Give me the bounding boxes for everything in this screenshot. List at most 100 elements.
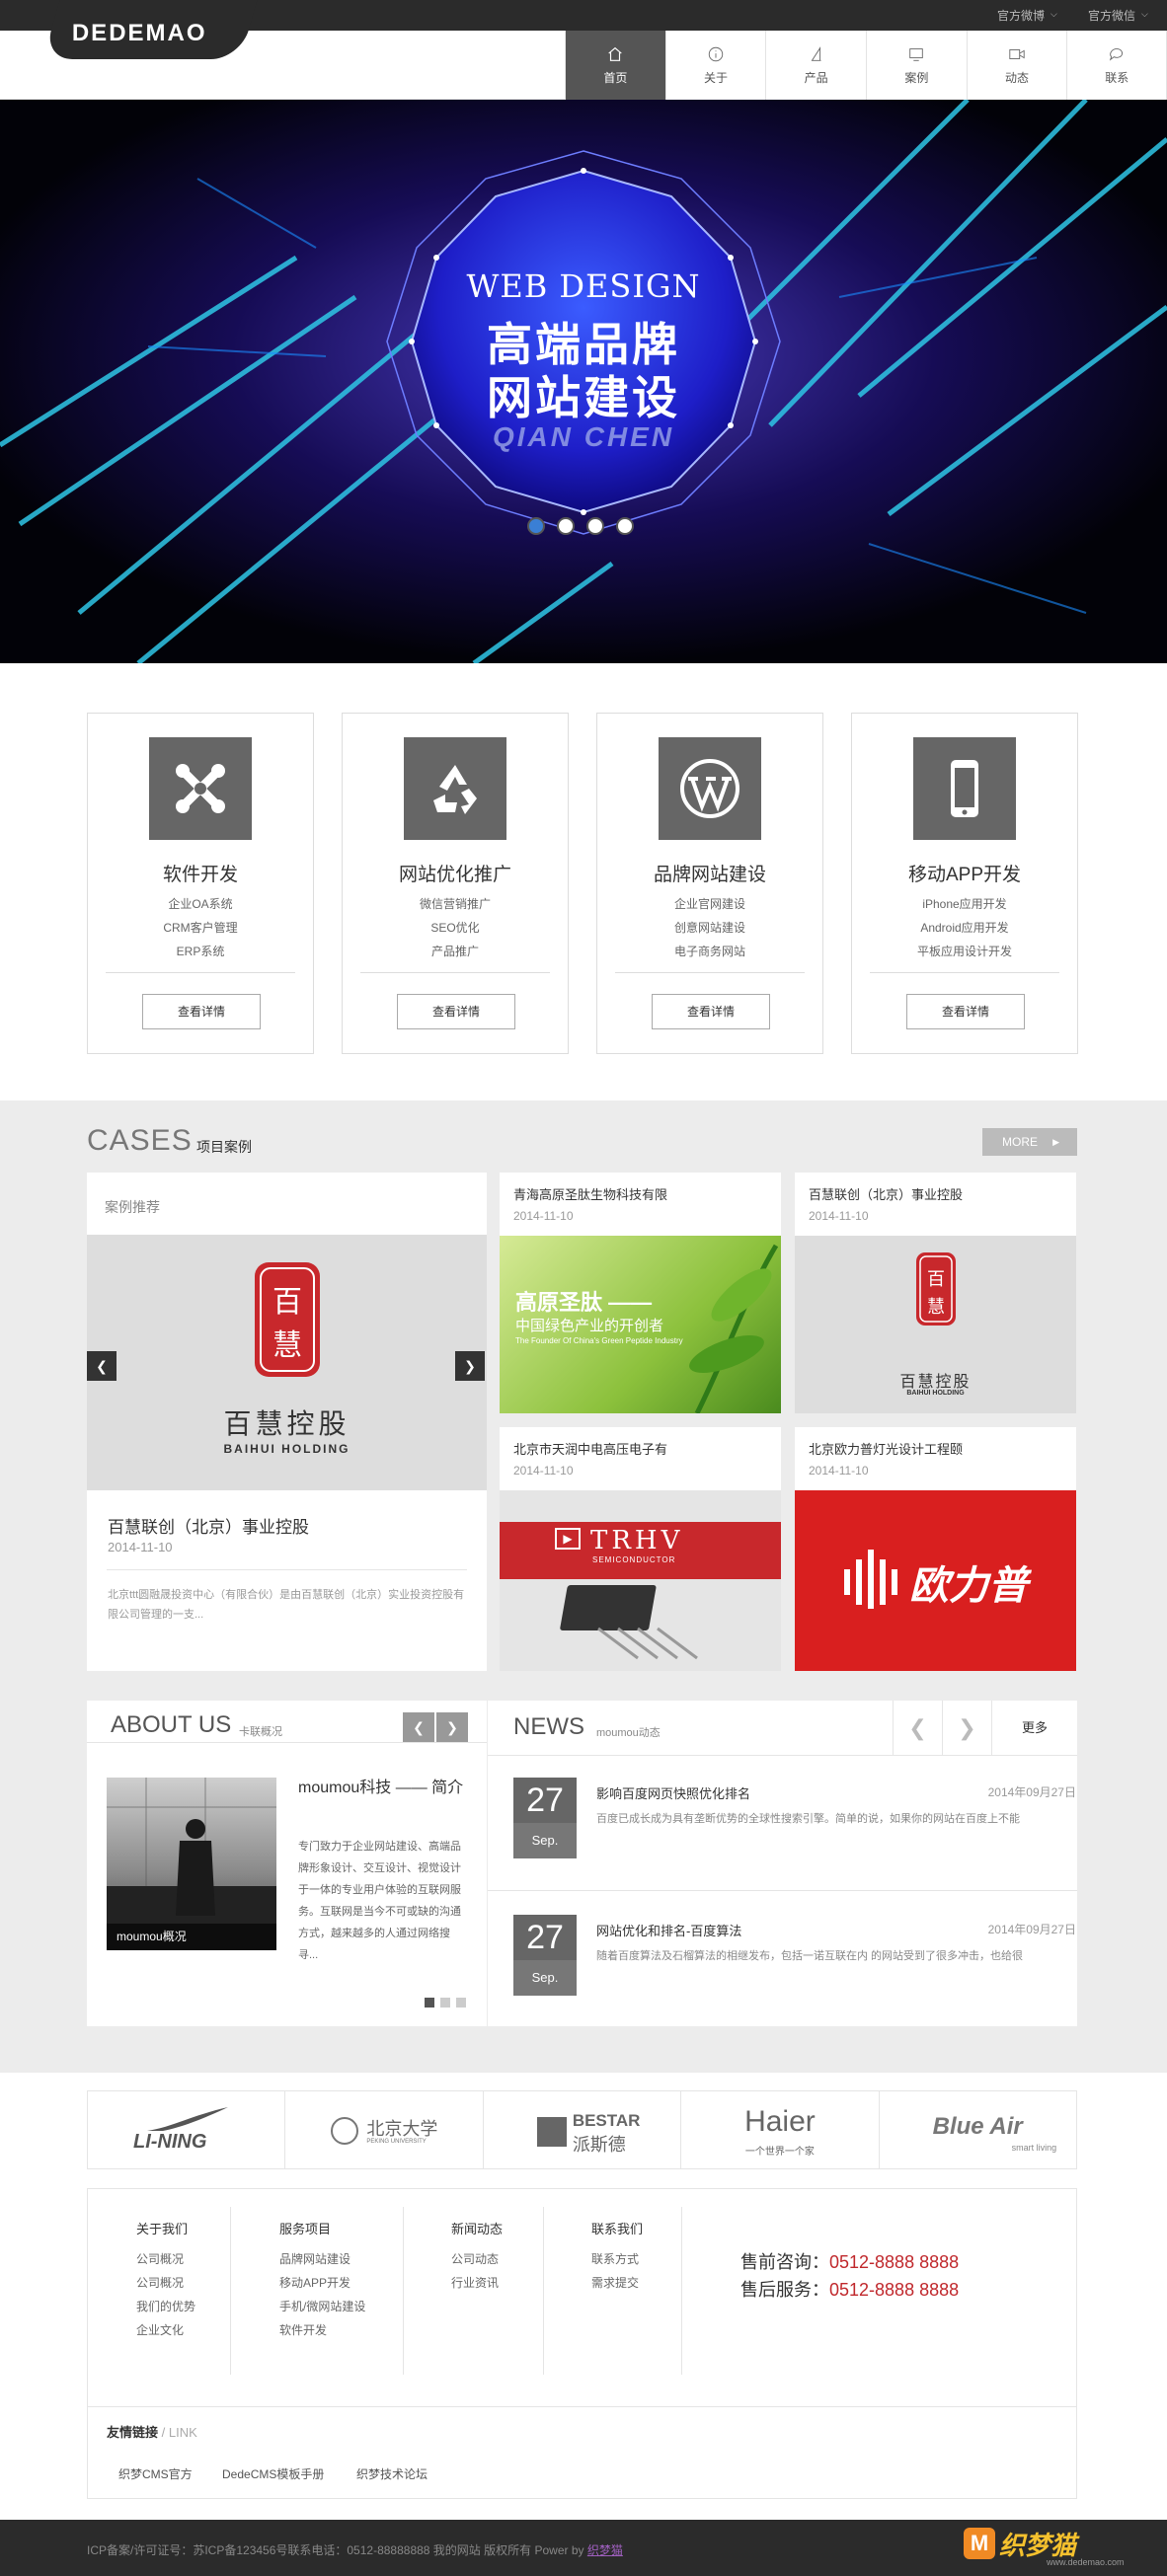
baihui-logo-mark: 百慧 xyxy=(916,1252,956,1326)
news-subtitle: moumou动态 xyxy=(596,1727,661,1739)
nav-item-news[interactable]: 动态 xyxy=(966,31,1067,100)
nav-label: 产品 xyxy=(804,70,828,85)
footer-link[interactable]: 手机/微网站建设 xyxy=(279,2295,365,2318)
case-caption[interactable]: 北京市天润中电高压电子有 2014-11-10 xyxy=(500,1427,781,1490)
nav-item-home[interactable]: 首页 xyxy=(565,31,665,100)
logo[interactable]: DEDEMAO xyxy=(42,0,258,59)
footer-link[interactable]: 企业文化 xyxy=(136,2318,195,2342)
service-item: 平板应用设计开发 xyxy=(916,945,1012,958)
news-next-button[interactable]: ❯ xyxy=(942,1701,991,1755)
footer-link[interactable]: 行业资讯 xyxy=(451,2271,503,2295)
friend-links-panel xyxy=(87,2406,1077,2499)
divider xyxy=(488,1755,1077,1756)
nav-item-cases[interactable]: 案例 xyxy=(866,31,967,100)
about-text: 专门致力于企业网站建设、高端品牌形象设计、交互设计、视觉设计于一体的专业用户体验… xyxy=(298,1841,461,1961)
friend-link[interactable]: DedeCMS模板手册 xyxy=(222,2465,324,2482)
case-caption[interactable]: 青海高原圣肽生物科技有限 2014-11-10 xyxy=(500,1173,781,1236)
flag-icon xyxy=(811,45,821,61)
partner-logo-blueair[interactable]: Blue Air smart living xyxy=(880,2091,1076,2168)
nav-item-products[interactable]: 产品 xyxy=(765,31,867,100)
view-details-button[interactable]: 查看详情 xyxy=(906,994,1025,1029)
prev-arrow-button[interactable]: ❮ xyxy=(87,1351,117,1381)
news-item-title[interactable]: 网站优化和排名-百度算法 xyxy=(596,1921,741,1939)
divider xyxy=(681,2207,682,2375)
case-image[interactable]: ▶ TRHV SEMICONDUCTOR xyxy=(500,1490,781,1671)
partner-logo-bestar[interactable]: BESTAR 派斯德 xyxy=(484,2091,682,2168)
footer-link[interactable]: 需求提交 xyxy=(591,2271,643,2295)
service-title: 网站优化推广 xyxy=(398,865,511,885)
partner-logo-lining[interactable]: LI-NING xyxy=(88,2091,286,2168)
about-image[interactable]: moumou概况 xyxy=(107,1778,276,1950)
nav-label: 动态 xyxy=(1005,70,1030,85)
about-prev-button[interactable]: ❮ xyxy=(403,1712,434,1742)
view-details-button[interactable]: 查看详情 xyxy=(142,994,261,1029)
footer-link[interactable]: 我们的优势 xyxy=(136,2295,195,2318)
nav-item-about[interactable]: 关于 xyxy=(664,31,766,100)
footer-link[interactable]: 联系方式 xyxy=(591,2247,643,2271)
friend-links-sub: / LINK xyxy=(161,2425,197,2440)
nav-item-contact[interactable]: 联系 xyxy=(1066,31,1167,100)
case-caption[interactable]: 百慧联创（北京）事业控股 2014-11-10 xyxy=(795,1173,1076,1236)
footer-col-contact: 联系我们 联系方式 需求提交 xyxy=(591,2219,643,2295)
view-details-button[interactable]: 查看详情 xyxy=(652,994,770,1029)
cases-more-button[interactable]: MORE ▶ xyxy=(982,1128,1077,1156)
case-date: 2014-11-10 xyxy=(809,1464,869,1477)
divider xyxy=(106,972,295,973)
news-prev-button[interactable]: ❮ xyxy=(893,1701,942,1755)
footer-link[interactable]: 公司动态 xyxy=(451,2247,503,2271)
slide-dot-4[interactable] xyxy=(616,517,634,535)
cases-subtitle: 项目案例 xyxy=(196,1139,252,1155)
footer-col-heading: 新闻动态 xyxy=(451,2222,504,2236)
svg-text:百: 百 xyxy=(272,1285,302,1320)
news-item[interactable]: 27 Sep. 影响百度网页快照优化排名 2014年09月27日 百度已成长成为… xyxy=(513,1778,1076,1896)
friend-link[interactable]: 织梦CMS官方 xyxy=(118,2465,193,2482)
case-image-title: 高原圣肽 —— xyxy=(515,1290,653,1315)
video-icon xyxy=(1009,48,1025,59)
slide-dot-3[interactable] xyxy=(586,517,604,535)
partner-logo-haier[interactable]: Haier 一个世界一个家 xyxy=(681,2091,880,2168)
footer-col-heading: 服务项目 xyxy=(279,2222,332,2236)
aftersale-phone: 0512-8888 8888 xyxy=(829,2280,960,2300)
about-heading[interactable]: moumou科技 —— 简介 xyxy=(298,1777,466,1800)
case-image[interactable]: 百慧 百慧控股 BAIHUI HOLDING xyxy=(795,1236,1076,1413)
slide-dot-2[interactable] xyxy=(557,517,575,535)
weixin-link[interactable]: 官方微信 xyxy=(1088,7,1135,24)
service-item: 电子商务网站 xyxy=(673,945,745,958)
about-page-dot[interactable] xyxy=(456,1998,466,2008)
service-card: 网站优化推广 微信营销推广 SEO优化 产品推广 查看详情 xyxy=(342,713,569,1054)
news-more-link[interactable]: 更多 xyxy=(991,1701,1077,1755)
news-item-title[interactable]: 影响百度网页快照优化排名 xyxy=(596,1783,750,1802)
news-item[interactable]: 27 Sep. 网站优化和排名-百度算法 2014年09月27日 随着百度算法及… xyxy=(513,1915,1076,2033)
slide-dot-1[interactable] xyxy=(527,517,545,535)
next-arrow-button[interactable]: ❯ xyxy=(455,1351,485,1381)
case-caption[interactable]: 北京欧力普灯光设计工程颐 2014-11-10 xyxy=(795,1427,1076,1490)
news-day: 27 xyxy=(513,1778,577,1823)
more-label: MORE xyxy=(1002,1135,1038,1149)
friend-link[interactable]: 织梦技术论坛 xyxy=(356,2465,428,2482)
about-page-dot[interactable] xyxy=(425,1998,434,2008)
view-details-button[interactable]: 查看详情 xyxy=(397,994,515,1029)
copyright-text: ICP备案/许可证号：苏ICP备123456号联系电话：0512-8888888… xyxy=(87,2541,623,2558)
featured-logo-en: BAIHUI HOLDING xyxy=(223,1442,350,1456)
weibo-link[interactable]: 官方微博 xyxy=(997,7,1045,24)
partner-logo-pku[interactable]: 北京大学 PEKING UNIVERSITY xyxy=(285,2091,484,2168)
footer-link[interactable]: 品牌网站建设 xyxy=(279,2247,365,2271)
featured-logo-cn: 百慧控股 xyxy=(223,1407,350,1440)
partners-bar: LI-NING 北京大学 PEKING UNIVERSITY BESTAR 派斯… xyxy=(87,2090,1077,2169)
footer-col-heading: 联系我们 xyxy=(591,2222,644,2236)
service-title: 软件开发 xyxy=(162,865,238,885)
about-next-button[interactable]: ❯ xyxy=(436,1712,468,1742)
case-image[interactable]: 欧力普 xyxy=(795,1490,1076,1671)
case-image-sub: 中国绿色产业的开创者 xyxy=(515,1318,664,1334)
partner-name: Haier xyxy=(744,2105,816,2138)
footer-link[interactable]: 公司概况 xyxy=(136,2247,195,2271)
about-image-caption: moumou概况 xyxy=(107,1924,276,1950)
partner-name: LI-NING xyxy=(133,2131,207,2153)
footer-link[interactable]: 移动APP开发 xyxy=(279,2271,365,2295)
power-link[interactable]: 织梦猫 xyxy=(587,2543,623,2557)
footer-link[interactable]: 软件开发 xyxy=(279,2318,365,2342)
about-page-dot[interactable] xyxy=(440,1998,450,2008)
case-image[interactable]: 高原圣肽 —— 中国绿色产业的开创者 The Founder Of China'… xyxy=(500,1236,781,1413)
featured-case-name[interactable]: 百慧联创（北京）事业控股 xyxy=(108,1513,309,1538)
footer-link[interactable]: 公司概况 xyxy=(136,2271,195,2295)
